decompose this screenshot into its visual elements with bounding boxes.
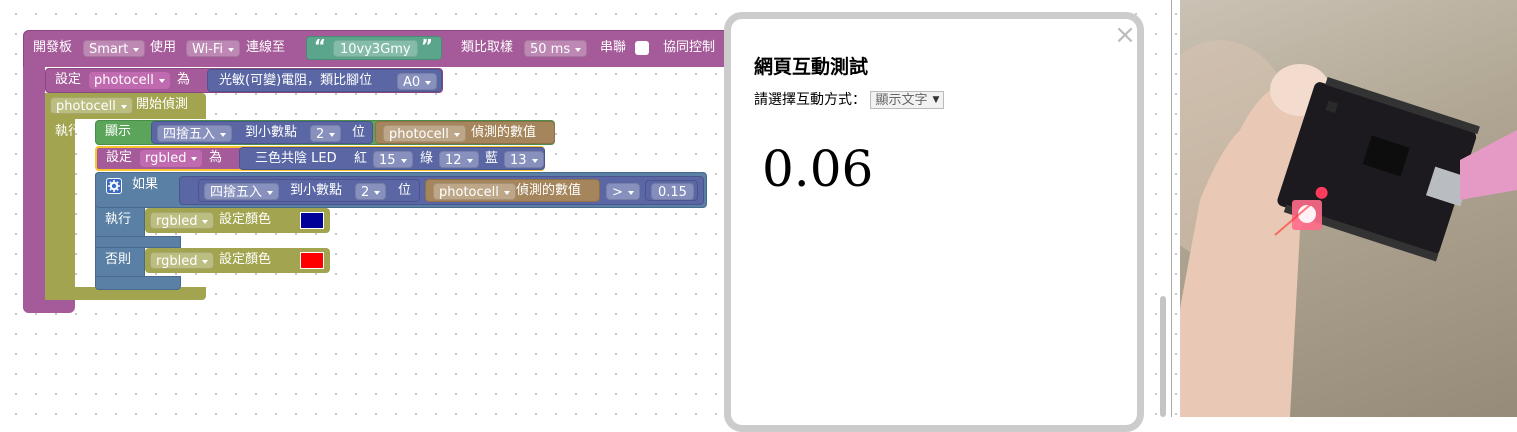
- red-pin-dropdown[interactable]: 15: [373, 151, 413, 168]
- pane-divider[interactable]: [1171, 0, 1172, 417]
- green-pin-dropdown[interactable]: 12: [439, 151, 479, 168]
- label-led: 三色共陰 LED: [255, 151, 337, 166]
- threshold-block[interactable]: 0.15: [645, 180, 698, 201]
- select-label: 請選擇互動方式：: [754, 92, 866, 108]
- rgbled-config-block[interactable]: 三色共陰 LED 紅 15 綠 12 藍 13: [239, 147, 545, 170]
- label-red: 紅: [354, 151, 368, 166]
- if-digits-dropdown[interactable]: 2: [355, 183, 387, 200]
- caret-down-icon: ▼: [932, 95, 940, 105]
- if-round-dropdown[interactable]: 四捨五入: [204, 183, 280, 200]
- pin-dropdown[interactable]: A0: [397, 73, 438, 90]
- operator-dropdown[interactable]: >: [606, 183, 640, 200]
- rgbled-var-dropdown[interactable]: rgbled: [140, 150, 203, 167]
- label-set-led: 設定: [106, 150, 133, 165]
- label-board: 開發板: [33, 40, 73, 55]
- label-blue: 藍: [485, 151, 499, 166]
- label-show-to: 到小數點: [245, 125, 298, 140]
- interaction-mode-select[interactable]: 顯示文字 ▼: [870, 91, 945, 109]
- vertical-scrollbar[interactable]: [1160, 296, 1166, 417]
- serial-checkbox[interactable]: [635, 41, 649, 55]
- label-serial: 串聯: [600, 40, 627, 55]
- if-block[interactable]: 如果 四捨五入 到小數點 2 位 photocell 偵測的數值 > 0.15: [95, 172, 707, 208]
- label-else-action: 設定顏色: [219, 252, 272, 267]
- label-sampling: 類比取樣: [461, 40, 514, 55]
- then-var-dropdown[interactable]: rgbled: [150, 212, 215, 229]
- if-compare-block[interactable]: 四捨五入 到小數點 2 位 photocell 偵測的數值 > 0.15: [179, 176, 704, 205]
- label-if-value: 偵測的數值: [516, 183, 582, 198]
- board-block-arm[interactable]: [23, 30, 45, 313]
- show-block[interactable]: 顯示 四捨五入 到小數點 2 位 photocell 偵測的數值: [95, 120, 555, 145]
- label-show-value: 偵測的數值: [471, 125, 537, 140]
- label-sensor: 光敏(可變)電阻，類比腳位: [219, 73, 373, 88]
- close-icon[interactable]: ×: [1111, 22, 1139, 51]
- label-set: 設定: [55, 72, 82, 87]
- connection-type-dropdown[interactable]: Wi-Fi: [186, 40, 241, 57]
- label-if-to: 到小數點: [290, 183, 343, 198]
- if-block-foot[interactable]: [95, 276, 181, 290]
- board-type-dropdown[interactable]: Smart: [83, 40, 146, 57]
- label-as-led: 為: [209, 150, 223, 165]
- show-round-block[interactable]: 四捨五入 到小數點 2 位: [151, 121, 373, 144]
- web-interaction-panel: × 網頁互動測試 請選擇互動方式： 顯示文字 ▼ 0.06: [724, 12, 1144, 432]
- start-detect-block[interactable]: photocell 開始偵測: [45, 93, 206, 119]
- if-value-block[interactable]: photocell 偵測的數值: [425, 179, 600, 202]
- panel-title: 網頁互動測試: [754, 56, 869, 78]
- label-connect: 連線至: [246, 40, 286, 55]
- label-else: 否則: [105, 252, 132, 267]
- show-digits-dropdown[interactable]: 2: [310, 125, 342, 142]
- then-color-block[interactable]: rgbled 設定顏色: [145, 208, 330, 233]
- device-id-field[interactable]: 10vy3Gmy: [333, 40, 418, 57]
- label-use: 使用: [150, 40, 177, 55]
- interaction-mode-value: 顯示文字: [875, 93, 928, 108]
- blue-pin-dropdown[interactable]: 13: [504, 151, 544, 168]
- label-start-detect: 開始偵測: [136, 97, 189, 112]
- else-color-block[interactable]: rgbled 設定顏色: [145, 248, 330, 273]
- threshold-field[interactable]: 0.15: [651, 183, 694, 200]
- show-round-dropdown[interactable]: 四捨五入: [157, 125, 233, 142]
- label-as: 為: [177, 72, 191, 87]
- if-block-mid[interactable]: [95, 236, 181, 248]
- quote-close-icon: ”: [421, 36, 433, 57]
- set-rgbled-block[interactable]: 設定 rgbled 為 三色共陰 LED 紅 15 綠 12 藍 13: [95, 146, 545, 171]
- show-value-block[interactable]: photocell 偵測的數值: [375, 121, 555, 144]
- photocell-var-dropdown[interactable]: photocell: [89, 72, 170, 89]
- select-row: 請選擇互動方式： 顯示文字 ▼: [754, 90, 945, 110]
- if-round-block[interactable]: 四捨五入 到小數點 2 位: [198, 179, 420, 202]
- quote-open-icon: “: [314, 36, 326, 57]
- label-show: 顯示: [105, 124, 132, 139]
- camera-preview-image: [1180, 0, 1517, 417]
- gear-icon[interactable]: [106, 178, 122, 194]
- label-then: 執行: [105, 212, 132, 227]
- display-value: 0.06: [762, 140, 874, 198]
- board-photo-illustration: [1180, 40, 1517, 417]
- label-green: 綠: [420, 151, 434, 166]
- else-var-dropdown[interactable]: rgbled: [150, 252, 215, 269]
- label-if: 如果: [132, 177, 159, 192]
- then-color-swatch[interactable]: [300, 212, 324, 229]
- if-var-dropdown[interactable]: photocell: [433, 183, 516, 200]
- device-id-text-block[interactable]: “ 10vy3Gmy ”: [306, 36, 442, 60]
- start-detect-var-dropdown[interactable]: photocell: [50, 97, 133, 114]
- else-color-swatch[interactable]: [300, 252, 324, 269]
- show-var-dropdown[interactable]: photocell: [383, 125, 466, 142]
- label-show-pos: 位: [352, 125, 366, 140]
- label-coop: 協同控制: [663, 40, 716, 55]
- set-photocell-block[interactable]: 設定 photocell 為 光敏(可變)電阻，類比腳位 A0: [45, 68, 443, 93]
- label-if-pos: 位: [398, 183, 412, 198]
- label-exec-outer: 執行: [55, 124, 82, 139]
- sampling-dropdown[interactable]: 50 ms: [524, 40, 588, 57]
- label-then-action: 設定顏色: [219, 212, 272, 227]
- photocell-sensor-block[interactable]: 光敏(可變)電阻，類比腳位 A0: [207, 69, 442, 92]
- board-block[interactable]: 開發板 Smart 使用 Wi-Fi 連線至 “ 10vy3Gmy ” 類比取樣…: [23, 30, 746, 67]
